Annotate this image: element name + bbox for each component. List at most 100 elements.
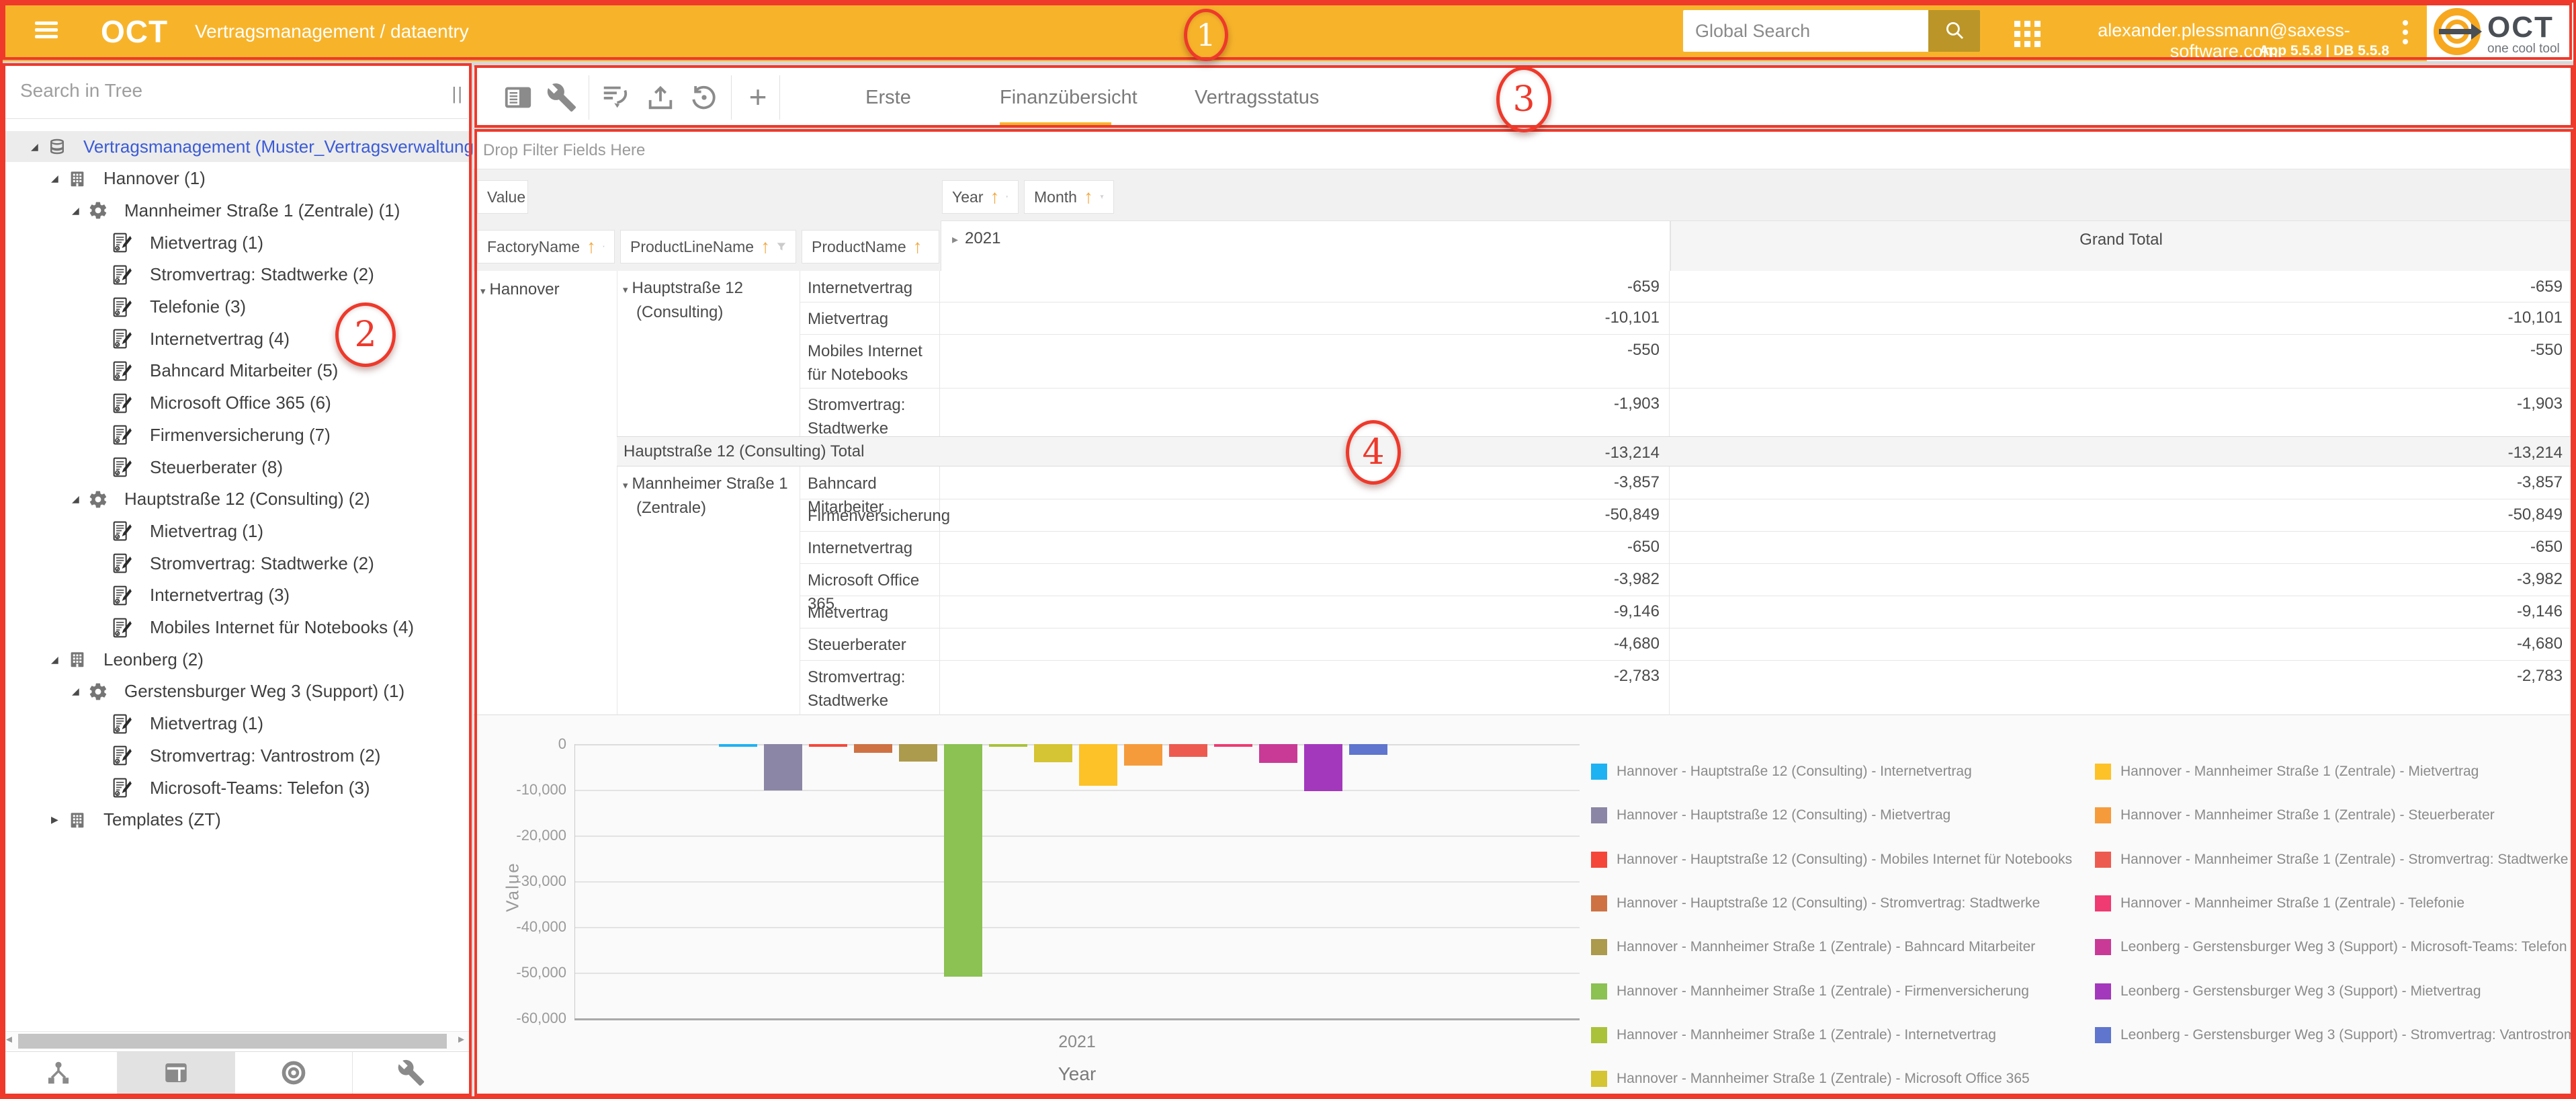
expand-icon[interactable]: ◢ bbox=[72, 493, 88, 505]
pivot-row[interactable]: Stromvertrag: Stadtwerke-2,783-2,783 bbox=[474, 660, 2572, 714]
apps-grid-icon[interactable] bbox=[2014, 21, 2043, 49]
tree-item[interactable]: Mobiles Internet für Notebooks (4) bbox=[0, 612, 469, 643]
legend-item[interactable]: Hannover - Hauptstraße 12 (Consulting) -… bbox=[1591, 764, 1972, 780]
pivot-row[interactable]: Microsoft Office 365-3,982-3,982 bbox=[474, 563, 2572, 596]
collapse-year-icon[interactable]: ▸ bbox=[952, 233, 958, 246]
bar-series-9[interactable] bbox=[1124, 744, 1162, 766]
sort-asc-icon[interactable]: ↑ bbox=[587, 236, 596, 257]
legend-item[interactable]: Hannover - Mannheimer Straße 1 (Zentrale… bbox=[1591, 1027, 1996, 1043]
tab-erste-schritte[interactable]: Erste Schritte bbox=[838, 67, 939, 128]
legend-item[interactable]: Hannover - Mannheimer Straße 1 (Zentrale… bbox=[1591, 939, 2035, 955]
bar-series-2[interactable] bbox=[809, 744, 847, 747]
bar-series-11[interactable] bbox=[1214, 744, 1252, 747]
legend-item[interactable]: Leonberg - Gerstensburger Weg 3 (Support… bbox=[2095, 1027, 2575, 1043]
filter-drop-zone[interactable]: Drop Filter Fields Here bbox=[474, 131, 2572, 169]
tree-item[interactable]: Firmenversicherung (7) bbox=[0, 419, 469, 450]
bar-series-12[interactable] bbox=[1259, 744, 1297, 763]
pivot-row[interactable]: Stromvertrag: Stadtwerke-1,903-1,903 bbox=[474, 388, 2572, 436]
tree-hscrollbar[interactable]: ◄ ► bbox=[0, 1031, 470, 1050]
tree-item[interactable]: Steuerberater (8) bbox=[0, 452, 469, 483]
upload-icon[interactable] bbox=[645, 82, 676, 113]
tree-item[interactable]: Mietvertrag (1) bbox=[0, 227, 469, 258]
global-search-input[interactable] bbox=[1683, 10, 1928, 52]
bar-series-8[interactable] bbox=[1079, 744, 1117, 786]
bar-series-3[interactable] bbox=[854, 744, 892, 753]
sort-asc-icon[interactable]: ↑ bbox=[990, 186, 999, 208]
collapse-group-icon[interactable]: ▾ bbox=[623, 480, 628, 491]
legend-item[interactable]: Hannover - Mannheimer Straße 1 (Zentrale… bbox=[2095, 895, 2464, 911]
tree-search-input[interactable] bbox=[5, 67, 435, 114]
tree-item[interactable]: Telefonie (3) bbox=[0, 292, 469, 323]
bar-series-6[interactable] bbox=[989, 744, 1027, 747]
expand-icon[interactable]: ◢ bbox=[51, 654, 67, 665]
filter-funnel-icon[interactable] bbox=[777, 241, 786, 253]
legend-item[interactable]: Hannover - Hauptstraße 12 (Consulting) -… bbox=[1591, 852, 2072, 868]
bar-series-0[interactable] bbox=[719, 744, 757, 747]
legend-item[interactable]: Leonberg - Gerstensburger Weg 3 (Support… bbox=[2095, 983, 2481, 1000]
bar-series-14[interactable] bbox=[1349, 744, 1387, 755]
legend-item[interactable]: Hannover - Mannheimer Straße 1 (Zentrale… bbox=[1591, 983, 2029, 1000]
pivot-row[interactable]: Steuerberater-4,680-4,680 bbox=[474, 628, 2572, 660]
bar-series-13[interactable] bbox=[1304, 744, 1342, 791]
report-icon[interactable] bbox=[503, 82, 533, 113]
tree-item[interactable]: Microsoft-Teams: Telefon (3) bbox=[0, 772, 469, 803]
pivot-row[interactable]: Mietvertrag-10,101-10,101 bbox=[474, 302, 2572, 334]
wrench-icon[interactable] bbox=[546, 82, 577, 113]
month-chip[interactable]: Month ↑ bbox=[1024, 180, 1114, 214]
tree-item[interactable]: ◢Vertragsmanagement (Muster_Vertragsverw… bbox=[0, 131, 469, 162]
collapse-group-icon[interactable]: ▾ bbox=[623, 284, 628, 296]
pivot-row[interactable]: Internetvertrag-659-659 bbox=[474, 271, 2572, 302]
column-header-2021[interactable]: ▸2021 bbox=[941, 220, 1670, 272]
bar-series-1[interactable] bbox=[764, 744, 802, 790]
bar-series-10[interactable] bbox=[1169, 744, 1207, 757]
bar-series-7[interactable] bbox=[1034, 744, 1072, 762]
tree-item[interactable]: ◢Hannover (1) bbox=[0, 163, 469, 194]
tab-finanzuebersicht[interactable]: Finanzübersicht bbox=[1000, 67, 1111, 128]
row-group-productline-1[interactable]: ▾Hauptstraße 12 (Consulting) bbox=[623, 276, 743, 325]
filter-funnel-icon[interactable] bbox=[1100, 191, 1104, 203]
sidebar-tab-wrench[interactable] bbox=[353, 1052, 470, 1097]
tree-item[interactable]: ◢Mannheimer Straße 1 (Zentrale) (1) bbox=[0, 195, 469, 226]
sidebar-tab-hierarchy[interactable] bbox=[0, 1052, 118, 1097]
tree-item[interactable]: ◢Leonberg (2) bbox=[0, 644, 469, 675]
sort-asc-icon[interactable]: ↑ bbox=[913, 236, 922, 257]
scroll-right-icon[interactable]: ► bbox=[456, 1034, 466, 1045]
collapse-group-icon[interactable]: ▾ bbox=[480, 286, 486, 297]
value-chip[interactable]: Value bbox=[477, 180, 528, 214]
collapse-icon[interactable]: ▶ bbox=[51, 814, 67, 825]
pivot-row[interactable]: Internetvertrag-650-650 bbox=[474, 531, 2572, 563]
tree-item[interactable]: Bahncard Mitarbeiter (5) bbox=[0, 356, 469, 386]
pivot-row[interactable]: Mobiles Internet für Notebooks-550-550 bbox=[474, 334, 2572, 388]
expand-icon[interactable]: ◢ bbox=[72, 205, 88, 216]
tree-item[interactable]: ▶Templates (ZT) bbox=[0, 805, 469, 836]
tab-vertragsstatus[interactable]: Vertragsstatus bbox=[1195, 67, 1305, 128]
tree-item[interactable]: ◢Gerstensburger Weg 3 (Support) (1) bbox=[0, 676, 469, 707]
tree-item[interactable]: Mietvertrag (1) bbox=[0, 708, 469, 739]
apply-rows-icon[interactable] bbox=[600, 82, 631, 113]
row-group-productline-2[interactable]: ▾Mannheimer Straße 1 (Zentrale) bbox=[623, 472, 788, 520]
tree-item[interactable]: Stromvertrag: Vantrostrom (2) bbox=[0, 740, 469, 771]
year-chip[interactable]: Year ↑ bbox=[942, 180, 1019, 214]
tree-item[interactable]: Microsoft Office 365 (6) bbox=[0, 388, 469, 419]
legend-item[interactable]: Hannover - Mannheimer Straße 1 (Zentrale… bbox=[2095, 807, 2495, 823]
legend-item[interactable]: Leonberg - Gerstensburger Weg 3 (Support… bbox=[2095, 939, 2567, 955]
scroll-left-icon[interactable]: ◄ bbox=[4, 1034, 14, 1045]
expand-icon[interactable]: ◢ bbox=[72, 686, 88, 697]
add-icon[interactable]: + bbox=[742, 82, 773, 113]
filter-funnel-icon[interactable] bbox=[1006, 191, 1008, 203]
bar-series-4[interactable] bbox=[899, 744, 937, 762]
tree-item[interactable]: Mietvertrag (1) bbox=[0, 516, 469, 546]
productname-chip[interactable]: ProductName ↑ bbox=[802, 230, 939, 263]
tree-item[interactable]: Internetvertrag (4) bbox=[0, 323, 469, 354]
pivot-row[interactable]: Bahncard Mitarbeiter-3,857-3,857 bbox=[474, 466, 2572, 499]
tree-item[interactable]: ◢Hauptstraße 12 (Consulting) (2) bbox=[0, 484, 469, 515]
factoryname-chip[interactable]: FactoryName ↑ bbox=[477, 230, 615, 263]
row-group-factory[interactable]: ▾Hannover bbox=[480, 278, 560, 302]
scrollbar-thumb[interactable] bbox=[18, 1034, 447, 1049]
legend-item[interactable]: Hannover - Hauptstraße 12 (Consulting) -… bbox=[1591, 807, 1950, 823]
menu-icon[interactable] bbox=[35, 22, 58, 40]
sidebar-tab-eye[interactable] bbox=[235, 1052, 353, 1097]
kebab-menu-icon[interactable] bbox=[2403, 20, 2409, 46]
splitter-handle[interactable]: || bbox=[452, 83, 464, 104]
sidebar-tab-layout[interactable] bbox=[118, 1052, 235, 1097]
